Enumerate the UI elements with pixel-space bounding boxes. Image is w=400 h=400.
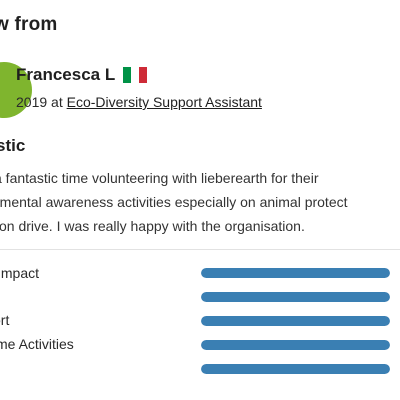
review-text-line: tion drive. I was really happy with the … — [0, 218, 305, 234]
review-panel: w from Francesca L 2019 at Eco-Diversity… — [0, 0, 400, 400]
rating-bar-fill — [201, 364, 390, 374]
review-heading: w from — [0, 14, 58, 35]
rating-bar — [201, 268, 390, 278]
rating-bar-fill — [201, 292, 390, 302]
italy-flag-icon — [123, 67, 148, 83]
review-title: stic — [0, 136, 26, 155]
at-text: at — [47, 94, 67, 110]
reviewer-meta: 2019 at Eco-Diversity Support Assistant — [16, 94, 262, 110]
rating-bar — [201, 292, 390, 302]
rating-bar — [201, 364, 390, 374]
review-text-line: a fantastic time volunteering with liebe… — [0, 170, 319, 186]
rating-label-support: ort — [0, 312, 10, 328]
rating-label-impact: Impact — [0, 265, 40, 281]
rating-bar — [201, 316, 390, 326]
reviewer-name: Francesca L — [16, 65, 116, 84]
rating-bar-fill — [201, 316, 390, 326]
rating-bar — [201, 340, 390, 350]
rating-bar-fill — [201, 340, 390, 350]
review-text-line: mmental awareness activities especially … — [0, 194, 348, 210]
rating-label-activities: me Activities — [0, 336, 74, 352]
reviewer-info: Francesca L 2019 at Eco-Diversity Suppor… — [0, 58, 400, 118]
role-link[interactable]: Eco-Diversity Support Assistant — [67, 94, 262, 110]
review-year: 2019 — [16, 94, 48, 110]
rating-bar-fill — [201, 268, 390, 278]
divider — [0, 249, 400, 250]
